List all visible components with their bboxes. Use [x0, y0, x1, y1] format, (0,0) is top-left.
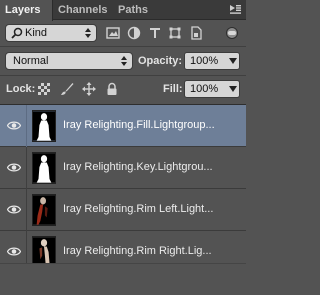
- layers-empty-area: [0, 263, 246, 295]
- lock-position-icon[interactable]: [82, 82, 96, 96]
- eye-icon[interactable]: [7, 120, 21, 131]
- divider: [0, 46, 246, 47]
- opacity-value: 100%: [190, 55, 219, 67]
- layer-thumbnail: [32, 194, 56, 226]
- panel-tab-bar: Layers Channels Paths: [0, 0, 246, 21]
- filter-kind-dropdown[interactable]: Kind: [5, 24, 97, 42]
- eye-icon[interactable]: [7, 204, 21, 215]
- type-filter-icon[interactable]: [148, 26, 162, 40]
- lock-all-icon[interactable]: [105, 82, 119, 96]
- search-icon: [11, 27, 23, 39]
- lock-label: Lock:: [6, 83, 36, 95]
- layer-name: Iray Relighting.Rim Right.Lig...: [63, 245, 212, 257]
- tab-paths[interactable]: Paths: [113, 0, 153, 20]
- fill-label: Fill:: [163, 83, 183, 95]
- layer-thumbnail: [32, 152, 56, 184]
- tab-layers[interactable]: Layers: [0, 0, 53, 21]
- panel-menu-icon[interactable]: [230, 5, 241, 15]
- layers-list: Iray Relighting.Fill.Lightgroup... Iray …: [0, 104, 246, 273]
- visibility-cell[interactable]: [0, 105, 27, 147]
- shape-filter-icon[interactable]: [168, 26, 182, 40]
- eye-icon[interactable]: [7, 162, 21, 173]
- fill-value: 100%: [190, 83, 219, 95]
- eye-icon[interactable]: [7, 246, 21, 257]
- lock-controls: Lock: Fill: 100%: [0, 78, 246, 100]
- opacity-label: Opacity:: [138, 55, 183, 67]
- lock-transparent-pixels-icon[interactable]: [37, 82, 51, 96]
- layer-filter-bar: Kind: [0, 22, 246, 44]
- layer-thumbnail: [32, 110, 56, 142]
- chevron-down-icon[interactable]: [228, 85, 238, 94]
- layer-name: Iray Relighting.Fill.Lightgroup...: [63, 119, 215, 131]
- chevron-down-icon[interactable]: [228, 57, 238, 66]
- layer-name: Iray Relighting.Rim Left.Light...: [63, 203, 214, 215]
- visibility-cell[interactable]: [0, 189, 27, 231]
- lock-image-pixels-icon[interactable]: [60, 82, 74, 96]
- filter-toggle-switch[interactable]: [226, 27, 238, 39]
- layer-row[interactable]: Iray Relighting.Key.Lightgrou...: [0, 147, 246, 189]
- layer-row[interactable]: Iray Relighting.Fill.Lightgroup...: [0, 105, 246, 147]
- blend-mode-value: Normal: [13, 55, 49, 67]
- chevron-updown-icon: [121, 56, 127, 66]
- divider: [0, 75, 246, 76]
- opacity-field[interactable]: 100%: [184, 52, 240, 70]
- smart-object-filter-icon[interactable]: [189, 26, 203, 40]
- layer-row[interactable]: Iray Relighting.Rim Left.Light...: [0, 189, 246, 231]
- tab-channels[interactable]: Channels: [53, 0, 113, 20]
- adjustment-filter-icon[interactable]: [127, 26, 141, 40]
- blend-mode-dropdown[interactable]: Normal: [5, 52, 133, 70]
- visibility-cell[interactable]: [0, 147, 27, 189]
- chevron-updown-icon: [85, 28, 91, 38]
- layer-name: Iray Relighting.Key.Lightgrou...: [63, 161, 213, 173]
- pixel-filter-icon[interactable]: [106, 26, 120, 40]
- filter-kind-label: Kind: [25, 27, 48, 39]
- blend-controls: Normal Opacity: 100%: [0, 50, 246, 72]
- fill-field[interactable]: 100%: [184, 80, 240, 98]
